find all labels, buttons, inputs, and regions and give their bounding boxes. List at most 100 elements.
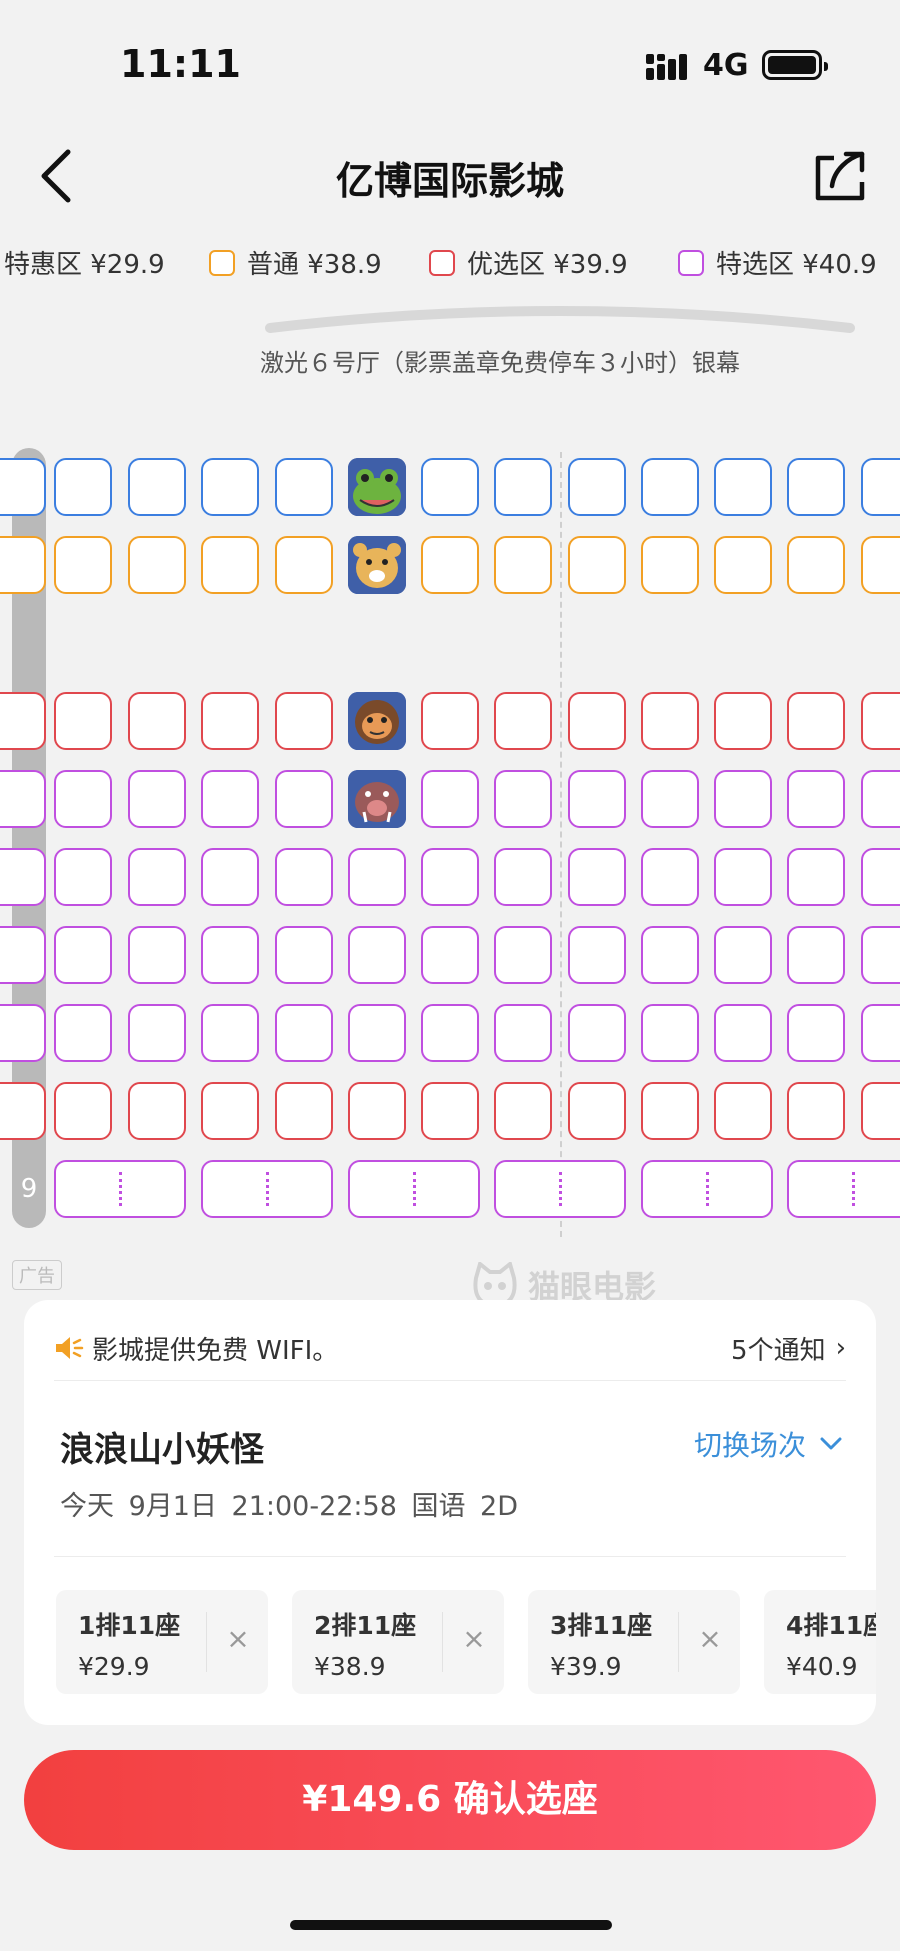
seat[interactable] xyxy=(275,458,333,516)
switch-showtime-button[interactable]: 切换场次 xyxy=(694,1424,842,1464)
seat[interactable] xyxy=(128,1082,186,1140)
seat[interactable] xyxy=(201,536,259,594)
selected-seat-frog-avatar[interactable] xyxy=(348,458,406,516)
remove-ticket-icon[interactable]: × xyxy=(456,1622,492,1655)
seat[interactable] xyxy=(275,1082,333,1140)
seat[interactable] xyxy=(54,770,112,828)
seat[interactable] xyxy=(0,848,46,906)
seat[interactable] xyxy=(861,926,900,984)
seat[interactable] xyxy=(568,1082,626,1140)
seat[interactable] xyxy=(201,926,259,984)
seat[interactable] xyxy=(494,1004,552,1062)
seat[interactable] xyxy=(494,536,552,594)
seat[interactable] xyxy=(494,770,552,828)
seat[interactable] xyxy=(421,926,479,984)
seat[interactable] xyxy=(201,692,259,750)
seat[interactable] xyxy=(275,1004,333,1062)
selected-seat-bear-avatar[interactable] xyxy=(348,536,406,594)
seat[interactable] xyxy=(275,770,333,828)
seat[interactable] xyxy=(568,770,626,828)
seat[interactable] xyxy=(128,926,186,984)
seat[interactable] xyxy=(421,1004,479,1062)
seat[interactable] xyxy=(787,926,845,984)
couple-seat[interactable] xyxy=(348,1160,480,1218)
seat[interactable] xyxy=(787,848,845,906)
seat[interactable] xyxy=(201,770,259,828)
seat[interactable] xyxy=(494,848,552,906)
seat[interactable] xyxy=(201,458,259,516)
share-icon[interactable] xyxy=(812,148,868,204)
seat[interactable] xyxy=(787,1082,845,1140)
seat[interactable] xyxy=(128,848,186,906)
couple-seat[interactable] xyxy=(494,1160,626,1218)
seat[interactable] xyxy=(787,458,845,516)
seat[interactable] xyxy=(641,848,699,906)
seat[interactable] xyxy=(128,692,186,750)
seat[interactable] xyxy=(714,848,772,906)
seat[interactable] xyxy=(494,926,552,984)
seat[interactable] xyxy=(421,536,479,594)
seat[interactable] xyxy=(714,458,772,516)
seat[interactable] xyxy=(861,692,900,750)
notice-bar[interactable]: 影城提供免费 WIFI。 5个通知 › xyxy=(54,1328,846,1368)
selected-seat-monkey-avatar[interactable] xyxy=(348,692,406,750)
seat[interactable] xyxy=(275,692,333,750)
selected-seat-boar-avatar[interactable] xyxy=(348,770,406,828)
seat[interactable] xyxy=(54,1004,112,1062)
seat[interactable] xyxy=(714,692,772,750)
seat[interactable] xyxy=(275,848,333,906)
seat[interactable] xyxy=(641,1082,699,1140)
seat[interactable] xyxy=(0,1004,46,1062)
seat[interactable] xyxy=(128,1004,186,1062)
seat[interactable] xyxy=(421,458,479,516)
seat[interactable] xyxy=(641,926,699,984)
remove-ticket-icon[interactable]: × xyxy=(692,1622,728,1655)
seat[interactable] xyxy=(128,536,186,594)
seat[interactable] xyxy=(714,770,772,828)
confirm-seat-button[interactable]: ¥149.6 确认选座 xyxy=(24,1750,876,1850)
seat[interactable] xyxy=(568,1004,626,1062)
seat[interactable] xyxy=(0,536,46,594)
seat[interactable] xyxy=(54,536,112,594)
seat[interactable] xyxy=(0,458,46,516)
seat[interactable] xyxy=(201,1004,259,1062)
seat[interactable] xyxy=(714,1004,772,1062)
seat[interactable] xyxy=(0,692,46,750)
seat[interactable] xyxy=(348,926,406,984)
couple-seat[interactable] xyxy=(54,1160,186,1218)
seat[interactable] xyxy=(861,770,900,828)
seat[interactable] xyxy=(494,1082,552,1140)
seat[interactable] xyxy=(54,692,112,750)
seat[interactable] xyxy=(787,692,845,750)
seat[interactable] xyxy=(714,926,772,984)
seat[interactable] xyxy=(787,536,845,594)
seat[interactable] xyxy=(568,536,626,594)
seat[interactable] xyxy=(861,1004,900,1062)
seat[interactable] xyxy=(421,848,479,906)
couple-seat[interactable] xyxy=(641,1160,773,1218)
seat[interactable] xyxy=(568,692,626,750)
seat[interactable] xyxy=(641,1004,699,1062)
seat[interactable] xyxy=(568,926,626,984)
seat[interactable] xyxy=(348,1082,406,1140)
seat[interactable] xyxy=(201,848,259,906)
seat[interactable] xyxy=(568,848,626,906)
seat[interactable] xyxy=(787,1004,845,1062)
seat[interactable] xyxy=(128,458,186,516)
seat[interactable] xyxy=(494,692,552,750)
seat[interactable] xyxy=(0,926,46,984)
seat[interactable] xyxy=(421,692,479,750)
seat[interactable] xyxy=(787,770,845,828)
seat[interactable] xyxy=(714,1082,772,1140)
seat[interactable] xyxy=(275,536,333,594)
seat[interactable] xyxy=(54,926,112,984)
seat[interactable] xyxy=(275,926,333,984)
seat[interactable] xyxy=(421,770,479,828)
seat[interactable] xyxy=(861,458,900,516)
seat[interactable] xyxy=(568,458,626,516)
seat[interactable] xyxy=(861,848,900,906)
seat[interactable] xyxy=(54,848,112,906)
seat[interactable] xyxy=(201,1082,259,1140)
seat[interactable] xyxy=(641,536,699,594)
seat[interactable] xyxy=(0,1082,46,1140)
